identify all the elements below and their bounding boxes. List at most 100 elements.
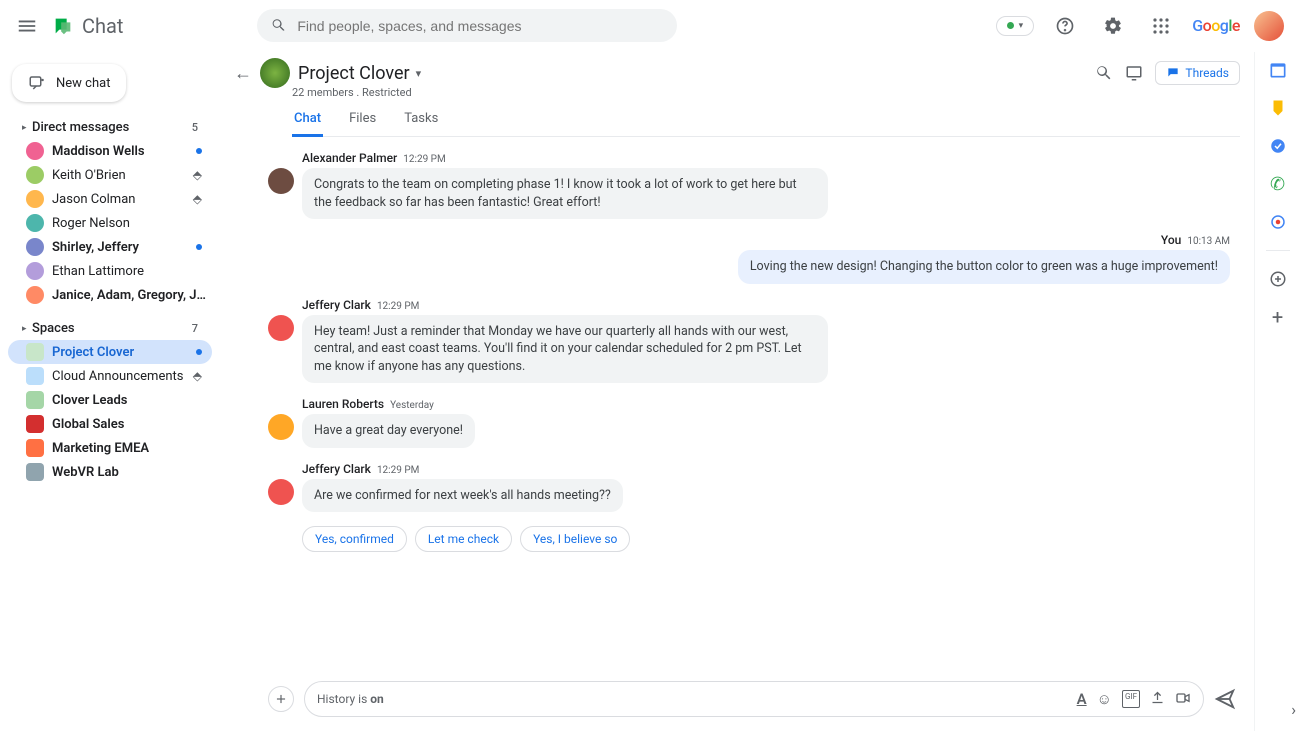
side-panel-rail: ✆ + › bbox=[1254, 52, 1300, 731]
upload-icon[interactable] bbox=[1150, 690, 1165, 708]
new-chat-icon bbox=[28, 74, 46, 92]
dm-section-header[interactable]: ▸ Direct messages 5 bbox=[8, 116, 212, 139]
search-in-space-icon[interactable] bbox=[1095, 64, 1113, 82]
settings-icon[interactable] bbox=[1096, 9, 1130, 43]
tab-chat[interactable]: Chat bbox=[292, 105, 323, 137]
space-item[interactable]: Clover Leads bbox=[8, 388, 212, 412]
message-timestamp: 12:29 PM bbox=[377, 301, 419, 312]
sidebar: New chat ▸ Direct messages 5 Maddison We… bbox=[0, 52, 220, 731]
main-menu-icon[interactable] bbox=[16, 15, 38, 37]
conversation: ← Project Clover ▾ bbox=[220, 52, 1254, 731]
dm-name: Jason Colman bbox=[52, 192, 135, 207]
add-icon[interactable]: + bbox=[1268, 307, 1288, 327]
space-item[interactable]: Cloud Announcements ⬘ bbox=[8, 364, 212, 388]
tab-tasks[interactable]: Tasks bbox=[402, 105, 440, 137]
message-list: Alexander Palmer12:29 PMCongrats to the … bbox=[220, 137, 1254, 673]
avatar bbox=[26, 166, 44, 184]
format-icon[interactable]: A bbox=[1077, 690, 1087, 708]
history-status: History is on bbox=[317, 692, 384, 706]
message-sender: Alexander Palmer bbox=[302, 151, 397, 165]
send-button[interactable] bbox=[1214, 688, 1236, 710]
avatar bbox=[26, 190, 44, 208]
pin-icon: ⬘ bbox=[193, 369, 202, 383]
calendar-icon[interactable] bbox=[1268, 60, 1288, 80]
space-item[interactable]: Project Clover bbox=[8, 340, 212, 364]
spaces-section-header[interactable]: ▸ Spaces 7 bbox=[8, 317, 212, 340]
smart-reply-button[interactable]: Let me check bbox=[415, 526, 512, 552]
new-chat-button[interactable]: New chat bbox=[12, 64, 126, 102]
conversation-header: ← Project Clover ▾ bbox=[220, 52, 1254, 137]
composer: History is on A ☺ GIF bbox=[220, 673, 1254, 731]
threads-button[interactable]: Threads bbox=[1155, 61, 1240, 85]
avatar bbox=[26, 262, 44, 280]
dm-count-badge: 5 bbox=[192, 121, 204, 134]
space-icon bbox=[26, 463, 44, 481]
keep-icon[interactable] bbox=[1268, 98, 1288, 118]
back-arrow-icon[interactable]: ← bbox=[234, 63, 252, 84]
dm-item[interactable]: Roger Nelson bbox=[8, 211, 212, 235]
space-item[interactable]: Global Sales bbox=[8, 412, 212, 436]
chat-logo-icon bbox=[52, 15, 74, 37]
space-icon bbox=[26, 391, 44, 409]
space-item[interactable]: WebVR Lab bbox=[8, 460, 212, 484]
space-avatar bbox=[260, 58, 290, 88]
message-sender: Jeffery Clark bbox=[302, 462, 371, 476]
smart-reply-button[interactable]: Yes, confirmed bbox=[302, 526, 407, 552]
app-header: Chat ▾ Google bbox=[0, 0, 1300, 52]
apps-grid-icon[interactable] bbox=[1144, 9, 1178, 43]
spaces-section-label: Spaces bbox=[32, 321, 75, 336]
search-bar[interactable] bbox=[257, 9, 677, 42]
gif-icon[interactable]: GIF bbox=[1122, 690, 1140, 708]
space-name: Cloud Announcements bbox=[52, 369, 184, 384]
tasks-icon[interactable] bbox=[1268, 136, 1288, 156]
compose-toolbar: A ☺ GIF bbox=[1077, 690, 1191, 708]
tab-files[interactable]: Files bbox=[347, 105, 378, 137]
smart-reply-button[interactable]: Yes, I believe so bbox=[520, 526, 630, 552]
search-icon bbox=[271, 17, 287, 34]
dm-item[interactable]: Jason Colman⬘ bbox=[8, 187, 212, 211]
space-title: Project Clover bbox=[298, 63, 410, 84]
dm-item[interactable]: Keith O'Brien ⬘ bbox=[8, 163, 212, 187]
avatar bbox=[26, 142, 44, 160]
dm-item[interactable]: Maddison Wells bbox=[8, 139, 212, 163]
space-icon bbox=[26, 367, 44, 385]
avatar bbox=[26, 238, 44, 256]
pin-icon: ⬘ bbox=[193, 168, 202, 182]
message-timestamp: 10:13 AM bbox=[1187, 236, 1230, 247]
smart-reply-row: Yes, confirmed Let me check Yes, I believe… bbox=[302, 526, 1230, 552]
emoji-icon[interactable]: ☺ bbox=[1097, 690, 1112, 708]
space-icon bbox=[26, 343, 44, 361]
add-attachment-button[interactable] bbox=[268, 686, 294, 712]
chevron-down-icon[interactable]: ▾ bbox=[416, 67, 422, 80]
account-avatar[interactable] bbox=[1254, 11, 1284, 41]
space-name: WebVR Lab bbox=[52, 465, 119, 480]
status-pill[interactable]: ▾ bbox=[996, 16, 1035, 36]
chevron-right-icon: ▸ bbox=[22, 324, 27, 334]
present-icon[interactable] bbox=[1125, 64, 1143, 82]
message-bubble: Loving the new design! Changing the butt… bbox=[738, 250, 1230, 284]
compose-input[interactable]: History is on A ☺ GIF bbox=[304, 681, 1204, 717]
dm-name: Shirley, Jeffery bbox=[52, 240, 139, 255]
video-icon[interactable] bbox=[1175, 690, 1191, 708]
message-sender: You bbox=[1161, 233, 1181, 247]
maps-icon[interactable] bbox=[1268, 212, 1288, 232]
space-name: Marketing EMEA bbox=[52, 441, 149, 456]
message-bubble: Are we confirmed for next week's all han… bbox=[302, 479, 623, 513]
search-input[interactable] bbox=[297, 18, 663, 34]
dm-name: Keith O'Brien bbox=[52, 168, 126, 183]
app-logo: Chat bbox=[52, 14, 123, 38]
get-addons-icon[interactable] bbox=[1268, 269, 1288, 289]
avatar bbox=[268, 168, 294, 194]
dm-item[interactable]: Shirley, Jeffery bbox=[8, 235, 212, 259]
unread-dot-icon bbox=[196, 349, 202, 355]
collapse-rail-icon[interactable]: › bbox=[1291, 700, 1296, 719]
dm-item[interactable]: Janice, Adam, Gregory, Joseph bbox=[8, 283, 212, 307]
dm-name: Roger Nelson bbox=[52, 216, 130, 231]
help-icon[interactable] bbox=[1048, 9, 1082, 43]
dm-name: Maddison Wells bbox=[52, 144, 145, 159]
message-sender: Jeffery Clark bbox=[302, 298, 371, 312]
dm-item[interactable]: Ethan Lattimore bbox=[8, 259, 212, 283]
contacts-icon[interactable]: ✆ bbox=[1268, 174, 1288, 194]
space-item[interactable]: Marketing EMEA bbox=[8, 436, 212, 460]
dm-name: Ethan Lattimore bbox=[52, 264, 144, 279]
